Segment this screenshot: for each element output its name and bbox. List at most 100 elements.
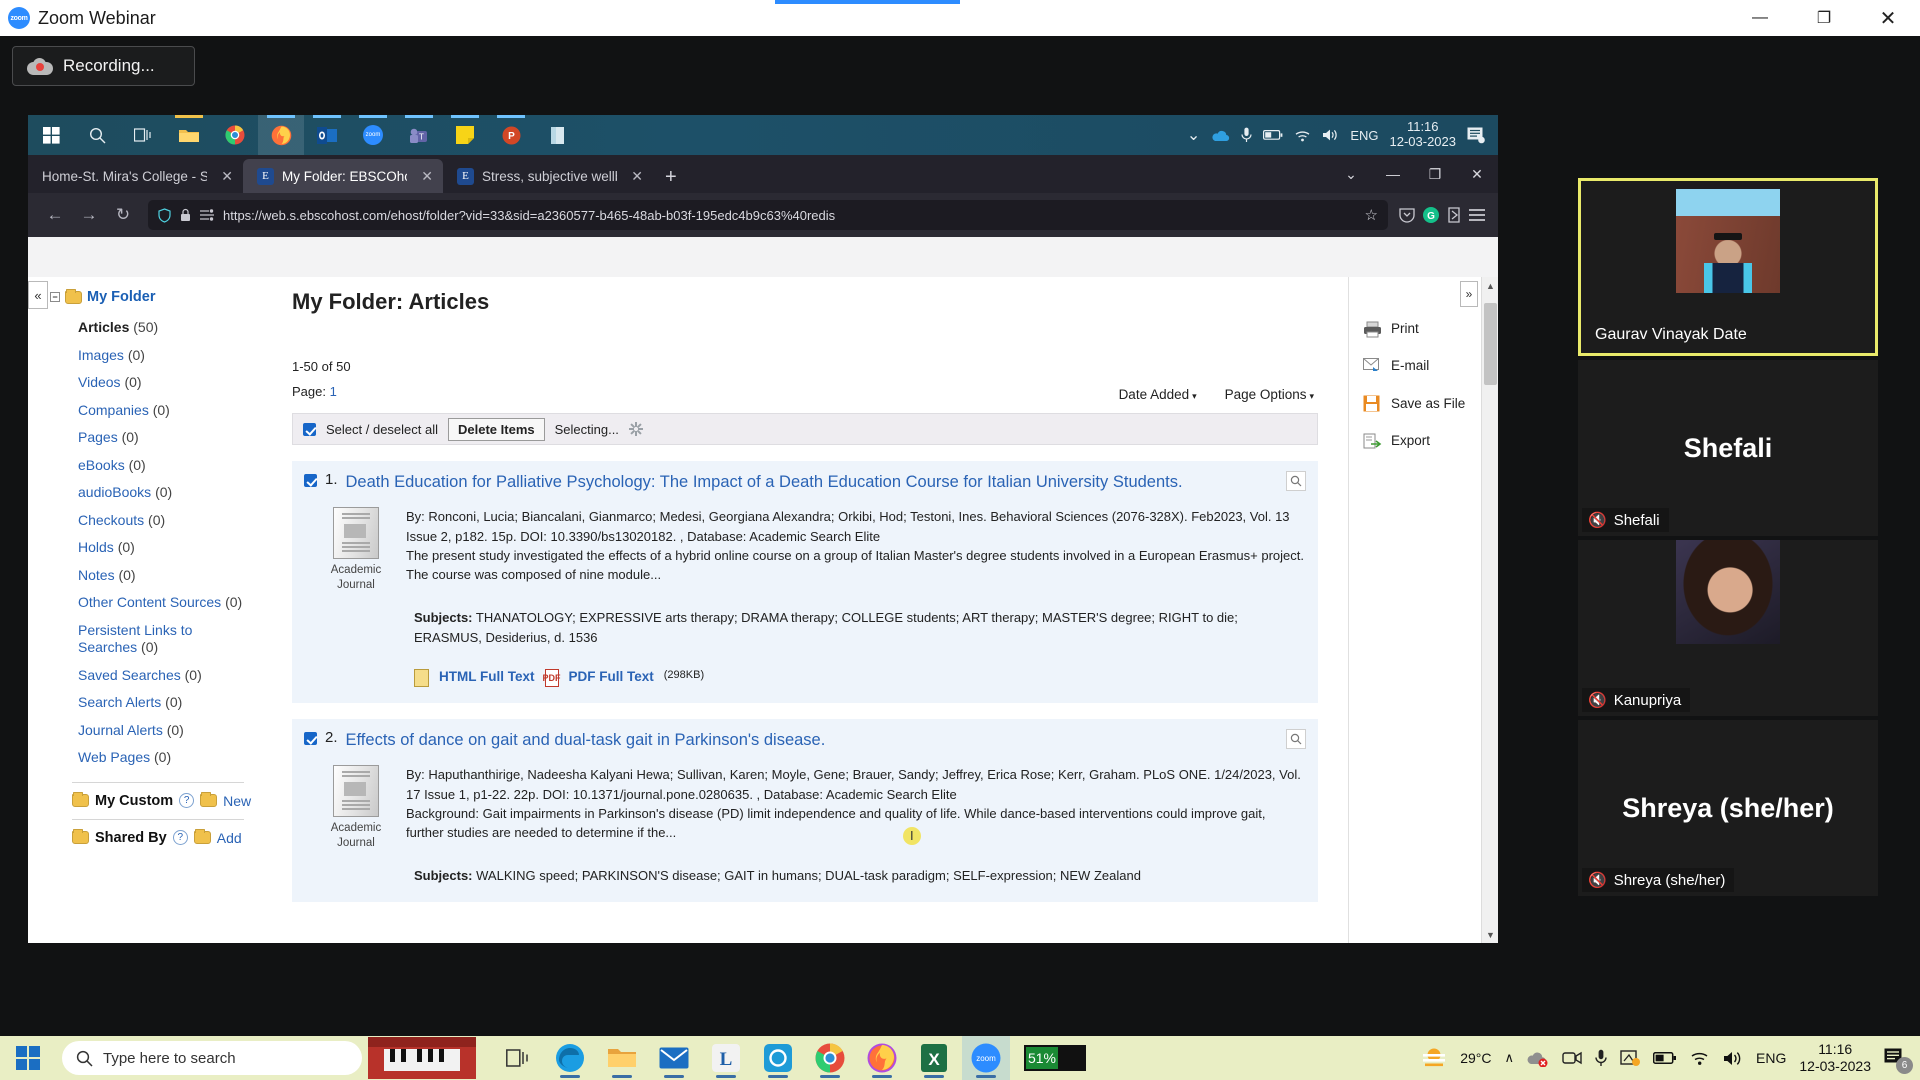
minimize-button[interactable]: — xyxy=(1728,0,1792,36)
sidebar-item-images[interactable]: Images (0) xyxy=(50,342,258,370)
back-button[interactable]: ← xyxy=(40,200,70,230)
search-input[interactable]: Type here to search xyxy=(62,1041,362,1075)
onenote-icon[interactable] xyxy=(534,115,580,155)
browser-tab-0[interactable]: Home-St. Mira's College - ST M ✕ xyxy=(28,159,243,193)
list-all-tabs-icon[interactable]: ⌄ xyxy=(1330,166,1372,183)
sidebar-item-articles[interactable]: Articles (50) xyxy=(50,314,258,342)
scroll-down-arrow[interactable]: ▼ xyxy=(1482,926,1498,943)
tab-close-icon[interactable]: ✕ xyxy=(631,168,643,185)
battery-percent-widget[interactable]: 51% xyxy=(1024,1045,1086,1071)
sidebar-item-persistent-links[interactable]: Persistent Links to Searches (0) xyxy=(50,617,200,662)
sidebar-item-pages[interactable]: Pages (0) xyxy=(50,424,258,452)
select-all-checkbox[interactable] xyxy=(303,422,316,436)
sidebar-item-saved-searches[interactable]: Saved Searches (0) xyxy=(50,662,258,690)
camera-icon[interactable] xyxy=(1562,1050,1582,1066)
preview-icon[interactable] xyxy=(1286,471,1306,491)
participant-tile-0[interactable]: Gaurav Vinayak Date xyxy=(1578,178,1878,356)
teams-icon[interactable] xyxy=(754,1036,802,1080)
weather-temperature[interactable]: 29°C xyxy=(1460,1050,1491,1066)
tab-close-icon[interactable]: ✕ xyxy=(421,168,433,185)
browser-tab-2[interactable]: E Stress, subjective wellbeing and ✕ xyxy=(443,159,653,193)
help-icon[interactable]: ? xyxy=(172,830,188,845)
powerpoint-icon[interactable]: P xyxy=(488,115,534,155)
page-number-link[interactable]: 1 xyxy=(330,384,337,399)
add-shared-folder-link[interactable]: Add xyxy=(217,830,242,846)
sidebar-item-checkouts[interactable]: Checkouts (0) xyxy=(50,507,258,535)
excel-icon[interactable]: X xyxy=(910,1036,958,1080)
bookmark-star-icon[interactable]: ☆ xyxy=(1365,206,1378,224)
page-scrollbar[interactable]: ▲ ▼ xyxy=(1481,277,1498,943)
export-tool[interactable]: Export xyxy=(1349,423,1498,460)
sidebar-item-companies[interactable]: Companies (0) xyxy=(50,397,258,425)
sidebar-item-videos[interactable]: Videos (0) xyxy=(50,369,258,397)
firefox-icon[interactable] xyxy=(258,115,304,155)
chrome-icon[interactable] xyxy=(806,1036,854,1080)
scrollbar-thumb[interactable] xyxy=(1484,303,1497,385)
participant-tile-1[interactable]: Shefali 🔇 Shefali xyxy=(1578,360,1878,536)
sidebar-item-audiobooks[interactable]: audioBooks (0) xyxy=(50,479,258,507)
weather-icon[interactable] xyxy=(1421,1046,1447,1070)
notifications-icon[interactable]: 6 xyxy=(1884,1048,1913,1074)
wifi-icon[interactable] xyxy=(1294,129,1311,142)
file-explorer-icon[interactable] xyxy=(166,115,212,155)
chevron-up-icon[interactable]: ⌄ xyxy=(1187,125,1200,145)
new-custom-folder-link[interactable]: New xyxy=(223,793,251,809)
page-options-dropdown[interactable]: Page Options ▾ xyxy=(1225,387,1314,402)
screen-share-icon[interactable] xyxy=(1620,1049,1641,1067)
scroll-up-arrow[interactable]: ▲ xyxy=(1482,277,1498,294)
maximize-button[interactable]: ❐ xyxy=(1792,0,1856,36)
result-title-link[interactable]: Death Education for Palliative Psycholog… xyxy=(346,471,1183,493)
recording-indicator[interactable]: Recording... xyxy=(12,46,195,86)
participant-tile-2[interactable]: 🔇 Kanupriya xyxy=(1578,540,1878,716)
my-folder-header[interactable]: − My Folder xyxy=(50,288,258,305)
result-checkbox[interactable] xyxy=(304,732,317,746)
result-checkbox[interactable] xyxy=(304,474,317,487)
teams-icon[interactable]: T xyxy=(396,115,442,155)
search-icon[interactable] xyxy=(74,115,120,155)
volume-icon[interactable] xyxy=(1322,128,1339,142)
sticky-notes-icon[interactable] xyxy=(442,115,488,155)
battery-icon[interactable] xyxy=(1653,1051,1677,1065)
help-icon[interactable]: ? xyxy=(179,793,195,808)
print-tool[interactable]: Print xyxy=(1349,311,1498,348)
edge-icon[interactable] xyxy=(546,1036,594,1080)
tools-expand-button[interactable]: » xyxy=(1460,281,1478,307)
task-view-icon[interactable] xyxy=(120,115,166,155)
email-tool[interactable]: E-mail xyxy=(1349,348,1498,385)
sidebar-item-notes[interactable]: Notes (0) xyxy=(50,562,258,590)
battery-icon[interactable] xyxy=(1263,129,1283,141)
new-tab-button[interactable]: + xyxy=(653,166,689,193)
result-title-link[interactable]: Effects of dance on gait and dual-task g… xyxy=(346,729,826,751)
inner-taskbar-clock[interactable]: 11:16 12-03-2023 xyxy=(1390,119,1457,150)
pocket-icon[interactable] xyxy=(1398,206,1416,224)
html-full-text-link[interactable]: HTML Full Text xyxy=(439,669,535,684)
l-app-icon[interactable]: L xyxy=(702,1036,750,1080)
sidebar-item-journal-alerts[interactable]: Journal Alerts (0) xyxy=(50,717,258,745)
mail-icon[interactable] xyxy=(650,1036,698,1080)
firefox-icon[interactable] xyxy=(858,1036,906,1080)
volume-icon[interactable] xyxy=(1723,1050,1743,1067)
address-bar[interactable]: https://web.s.ebscohost.com/ehost/folder… xyxy=(148,200,1388,230)
delete-items-button[interactable]: Delete Items xyxy=(448,417,545,441)
onedrive-error-icon[interactable] xyxy=(1527,1050,1549,1067)
participant-tile-3[interactable]: Shreya (she/her) 🔇 Shreya (she/her) xyxy=(1578,720,1878,896)
task-view-icon[interactable] xyxy=(494,1036,542,1080)
file-explorer-icon[interactable] xyxy=(598,1036,646,1080)
save-as-file-tool[interactable]: Save as File xyxy=(1349,385,1498,423)
date-added-dropdown[interactable]: Date Added ▾ xyxy=(1119,387,1197,402)
notifications-icon[interactable] xyxy=(1467,127,1486,144)
sidebar-item-holds[interactable]: Holds (0) xyxy=(50,534,258,562)
onedrive-icon[interactable] xyxy=(1211,129,1230,142)
browser-minimize-button[interactable]: — xyxy=(1372,166,1414,182)
extension-icon[interactable] xyxy=(1446,206,1462,224)
browser-tab-1[interactable]: E My Folder: EBSCOhost ✕ xyxy=(243,159,443,193)
select-all-label[interactable]: Select / deselect all xyxy=(326,422,438,437)
close-button[interactable]: ✕ xyxy=(1856,0,1920,36)
preview-icon[interactable] xyxy=(1286,729,1306,750)
windows-start-icon[interactable] xyxy=(0,1036,56,1080)
zoom-icon[interactable]: zoom xyxy=(350,115,396,155)
piano-widget[interactable] xyxy=(368,1037,476,1079)
language-indicator[interactable]: ENG xyxy=(1756,1050,1786,1066)
sidebar-item-web-pages[interactable]: Web Pages (0) xyxy=(50,744,258,772)
tab-close-icon[interactable]: ✕ xyxy=(221,168,233,185)
